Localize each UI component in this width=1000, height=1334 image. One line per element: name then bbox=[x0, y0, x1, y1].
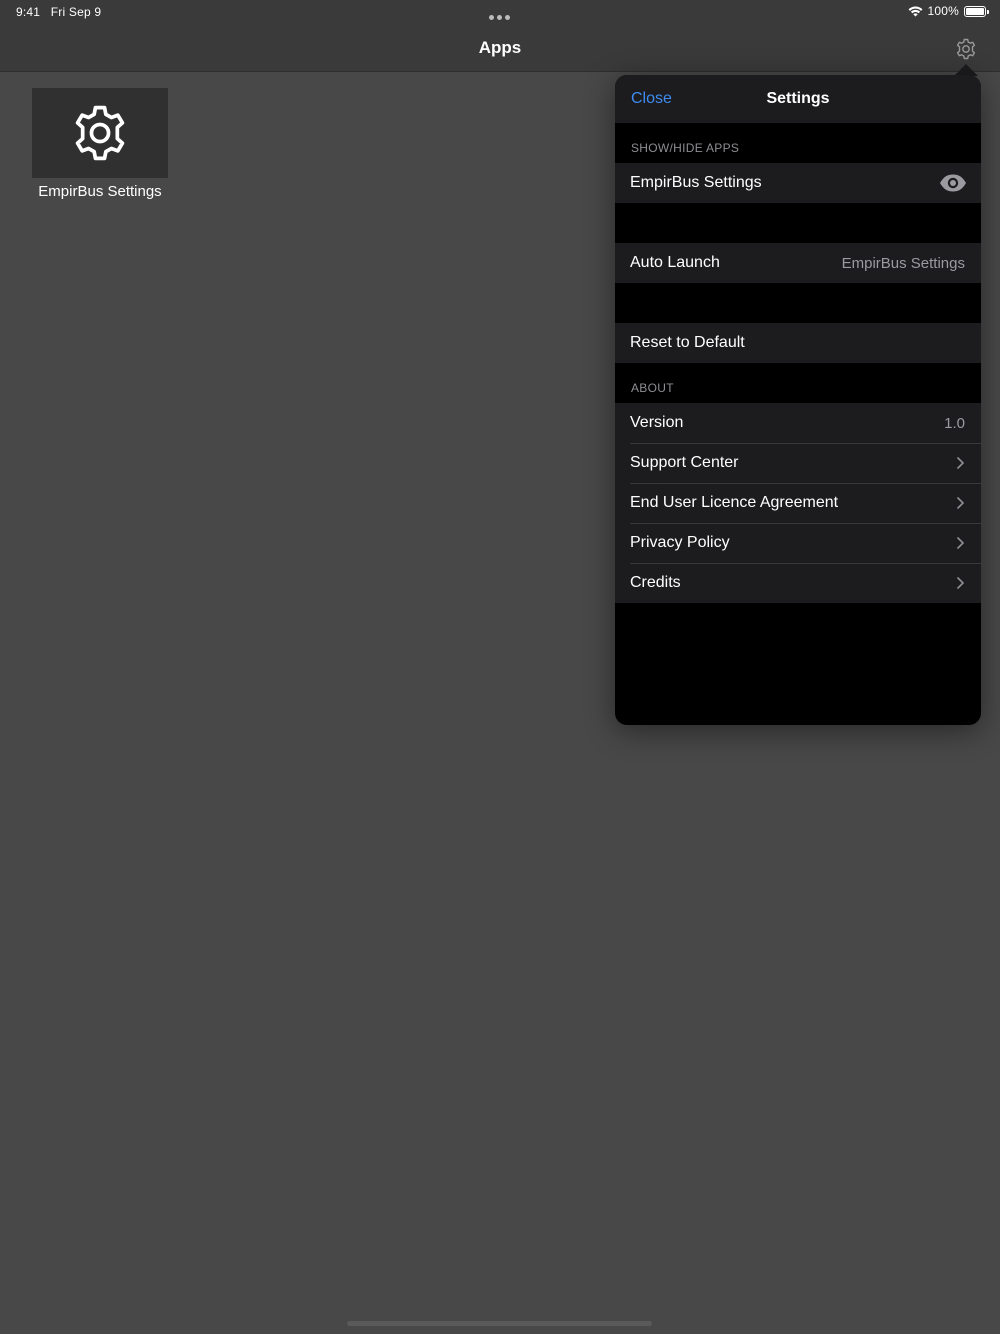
navigation-bar: Apps bbox=[0, 26, 1000, 72]
app-tile-empirbus-settings[interactable]: EmpirBus Settings bbox=[32, 88, 168, 200]
chevron-right-icon bbox=[956, 496, 965, 510]
app-tile-label: EmpirBus Settings bbox=[38, 183, 162, 200]
show-hide-app-row[interactable]: EmpirBus Settings bbox=[615, 163, 981, 203]
battery-icon bbox=[964, 5, 989, 17]
status-bar: 9:41 Fri Sep 9 100% bbox=[0, 0, 1000, 26]
auto-launch-value: EmpirBus Settings bbox=[841, 254, 965, 272]
privacy-policy-row[interactable]: Privacy Policy bbox=[615, 523, 981, 563]
settings-header: Close Settings bbox=[615, 75, 981, 123]
support-center-row[interactable]: Support Center bbox=[615, 443, 981, 483]
section-header-show-hide: SHOW/HIDE APPS bbox=[631, 141, 740, 155]
battery-percent: 100% bbox=[927, 4, 959, 18]
privacy-policy-label: Privacy Policy bbox=[630, 534, 730, 551]
eula-row[interactable]: End User Licence Agreement bbox=[615, 483, 981, 523]
gear-icon bbox=[75, 105, 125, 161]
chevron-right-icon bbox=[956, 456, 965, 470]
wifi-icon bbox=[908, 6, 922, 16]
chevron-right-icon bbox=[956, 536, 965, 550]
page-title: Apps bbox=[478, 38, 522, 57]
eula-label: End User Licence Agreement bbox=[630, 494, 839, 511]
reset-to-default-row[interactable]: Reset to Default bbox=[615, 323, 981, 363]
chevron-right-icon bbox=[956, 576, 965, 590]
version-label: Version bbox=[630, 414, 684, 431]
status-right: 100% bbox=[908, 4, 989, 18]
app-tile-icon-box bbox=[32, 88, 168, 178]
auto-launch-label: Auto Launch bbox=[630, 254, 720, 271]
version-value: 1.0 bbox=[944, 414, 965, 432]
auto-launch-row[interactable]: Auto Launch EmpirBus Settings bbox=[615, 243, 981, 283]
show-hide-app-label: EmpirBus Settings bbox=[630, 174, 762, 191]
status-time: 9:41 Fri Sep 9 bbox=[16, 5, 102, 19]
credits-row[interactable]: Credits bbox=[615, 563, 981, 603]
support-center-label: Support Center bbox=[630, 454, 739, 471]
section-header-about: ABOUT bbox=[631, 381, 674, 395]
credits-label: Credits bbox=[630, 574, 681, 591]
home-indicator[interactable] bbox=[347, 1321, 652, 1326]
reset-to-default-label: Reset to Default bbox=[630, 334, 745, 351]
version-row: Version 1.0 bbox=[615, 403, 981, 443]
multitasking-dots[interactable] bbox=[489, 9, 513, 23]
gear-icon[interactable] bbox=[954, 37, 978, 61]
eye-icon[interactable] bbox=[939, 173, 967, 193]
settings-popover: Close Settings SHOW/HIDE APPS EmpirBus S… bbox=[615, 75, 981, 725]
settings-title: Settings bbox=[766, 90, 830, 107]
